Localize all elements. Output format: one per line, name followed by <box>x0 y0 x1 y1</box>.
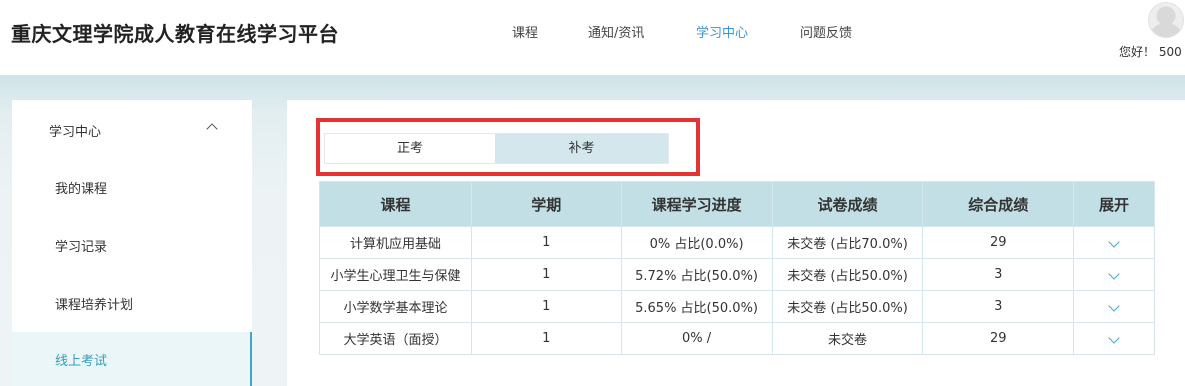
chevron-down-icon[interactable] <box>1108 332 1120 344</box>
sidebar: 学习中心 我的课程 学习记录 课程培养计划 线上考试 <box>12 100 252 386</box>
cell-total-score: 3 <box>922 258 1075 291</box>
cell-total-score: 3 <box>922 290 1075 323</box>
column-header-expand: 展开 <box>1073 181 1155 227</box>
site-title: 重庆文理学院成人教育在线学习平台 <box>11 22 339 46</box>
sidebar-item-label: 学习记录 <box>55 240 108 255</box>
exam-table: 课程 学期 课程学习进度 试卷成绩 综合成绩 展开 计算机应用基础 1 0% 占… <box>319 181 1155 355</box>
chevron-down-icon[interactable] <box>1108 236 1120 248</box>
cell-progress: 0% 占比(0.0%) <box>620 226 773 259</box>
user-avatar[interactable] <box>1148 2 1184 38</box>
nav-notices[interactable]: 通知/资讯 <box>588 22 644 41</box>
cell-term: 1 <box>470 258 622 291</box>
column-header-term: 学期 <box>470 181 622 227</box>
cell-total-score: 29 <box>922 226 1075 259</box>
cell-expand[interactable] <box>1073 258 1155 291</box>
cell-paper-score: 未交卷 (占比70.0%) <box>771 226 924 259</box>
table-header-row: 课程 学期 课程学习进度 试卷成绩 综合成绩 展开 <box>319 181 1155 227</box>
table-row: 大学英语（面授） 1 0% / 未交卷 29 <box>319 322 1155 355</box>
nav-courses[interactable]: 课程 <box>512 22 538 41</box>
sidebar-group-title[interactable]: 学习中心 <box>49 121 101 140</box>
table-row: 小学生心理卫生与保健 1 5.72% 占比(50.0%) 未交卷 (占比50.0… <box>319 258 1155 291</box>
cell-progress: 5.65% 占比(50.0%) <box>620 290 773 323</box>
sidebar-item-label: 线上考试 <box>55 354 108 369</box>
cell-course: 计算机应用基础 <box>319 226 472 259</box>
column-header-paper-score: 试卷成绩 <box>771 181 924 227</box>
cell-total-score: 29 <box>922 322 1075 355</box>
cell-term: 1 <box>470 322 622 355</box>
cell-course: 小学数学基本理论 <box>319 290 472 323</box>
sidebar-item-online-exam[interactable]: 线上考试 <box>12 332 252 386</box>
cell-expand[interactable] <box>1073 290 1155 323</box>
cell-term: 1 <box>470 290 622 323</box>
cell-course: 大学英语（面授） <box>319 322 472 355</box>
top-header: 重庆文理学院成人教育在线学习平台 课程 通知/资讯 学习中心 问题反馈 您好！ … <box>0 0 1185 75</box>
table-row: 计算机应用基础 1 0% 占比(0.0%) 未交卷 (占比70.0%) 29 <box>319 226 1155 259</box>
column-header-progress: 课程学习进度 <box>620 181 773 227</box>
column-header-total-score: 综合成绩 <box>922 181 1075 227</box>
chevron-up-icon[interactable] <box>206 123 218 135</box>
cell-paper-score: 未交卷 (占比50.0%) <box>771 290 924 323</box>
sidebar-item-training-plan[interactable]: 课程培养计划 <box>12 276 252 330</box>
cell-paper-score: 未交卷 (占比50.0%) <box>771 258 924 291</box>
sidebar-item-label: 课程培养计划 <box>55 298 134 313</box>
user-greeting: 您好！ 500 <box>1119 45 1182 59</box>
highlight-box <box>316 118 700 176</box>
cell-progress: 5.72% 占比(50.0%) <box>620 258 773 291</box>
nav-learning-center[interactable]: 学习中心 <box>696 22 748 41</box>
cell-progress: 0% / <box>620 322 773 355</box>
nav-feedback[interactable]: 问题反馈 <box>800 22 852 41</box>
table-row: 小学数学基本理论 1 5.65% 占比(50.0%) 未交卷 (占比50.0%)… <box>319 290 1155 323</box>
cell-course: 小学生心理卫生与保健 <box>319 258 472 291</box>
sidebar-item-my-courses[interactable]: 我的课程 <box>12 160 252 214</box>
sidebar-item-study-records[interactable]: 学习记录 <box>12 218 252 272</box>
sidebar-item-label: 我的课程 <box>55 182 108 197</box>
cell-expand[interactable] <box>1073 226 1155 259</box>
cell-paper-score: 未交卷 <box>771 322 924 355</box>
column-header-course: 课程 <box>319 181 472 227</box>
chevron-down-icon[interactable] <box>1108 300 1120 312</box>
cell-term: 1 <box>470 226 622 259</box>
cell-expand[interactable] <box>1073 322 1155 355</box>
chevron-down-icon[interactable] <box>1108 268 1120 280</box>
